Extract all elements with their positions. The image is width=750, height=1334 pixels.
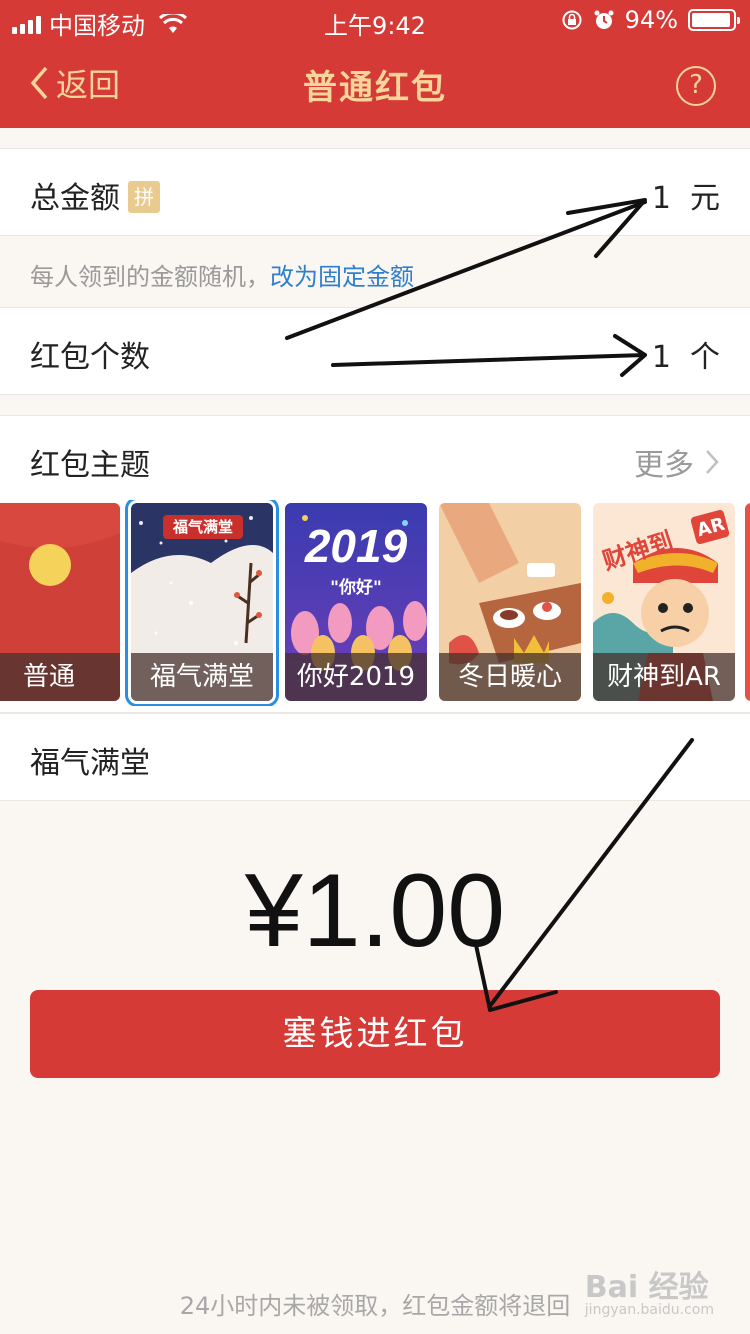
- battery-fill: [692, 13, 730, 27]
- fuqi-banner: 福气满堂: [172, 518, 233, 536]
- theme-card-2019[interactable]: 2019 "你好" 你好2019: [285, 503, 427, 701]
- fixed-amount-link[interactable]: 改为固定金额: [270, 263, 414, 291]
- chevron-right-icon: [706, 450, 719, 474]
- watermark-url: jingyan.baidu.com: [584, 1302, 714, 1318]
- watermark-main: Bai 经验: [584, 1270, 709, 1305]
- submit-red-packet-button[interactable]: 塞钱进红包: [30, 990, 720, 1078]
- hint-text: 每人领到的金额随机，: [30, 263, 270, 291]
- pin-badge[interactable]: 拼: [128, 181, 160, 213]
- theme-caption: 普通: [0, 653, 120, 701]
- greeting-row[interactable]: 福气满堂: [0, 713, 750, 801]
- packet-count-input[interactable]: 1: [652, 340, 671, 375]
- battery-icon: [688, 9, 740, 31]
- packet-count-unit: 个: [690, 340, 720, 375]
- alarm-icon: [594, 10, 614, 29]
- packet-count-row[interactable]: 红包个数 1 个: [0, 307, 750, 395]
- more-themes-label: 更多: [634, 448, 694, 483]
- battery-percent: 94%: [624, 6, 678, 34]
- amount-display: ¥1.00: [244, 853, 506, 969]
- theme-label: 红包主题: [30, 448, 150, 483]
- theme-caption: 财神到AR: [593, 653, 735, 701]
- status-bar: 中国移动 上午9:42 94%: [0, 0, 750, 40]
- theme-carousel[interactable]: 普通 福气满堂 福气满堂 2019 "你好" 你好2019 冬日暖心 财神到 A…: [0, 500, 750, 706]
- greeting-text[interactable]: 福气满堂: [30, 738, 150, 782]
- total-amount-row[interactable]: 总金额拼 1 元: [0, 148, 750, 236]
- nav-bar: 返回 普通红包 ?: [0, 40, 750, 128]
- random-amount-hint: 每人领到的金额随机，改为固定金额: [30, 257, 414, 292]
- packet-count-value-group[interactable]: 1 个: [652, 332, 720, 376]
- packet-count-label: 红包个数: [30, 340, 150, 375]
- theme-card-fuqi[interactable]: 福气满堂 福气满堂: [125, 500, 279, 706]
- theme-card-normal[interactable]: 普通: [0, 503, 120, 701]
- theme-card-next[interactable]: [745, 503, 750, 701]
- total-amount-value-group[interactable]: 1 元: [652, 173, 720, 217]
- page-title: 普通红包: [303, 68, 447, 108]
- more-themes-button[interactable]: 更多: [634, 440, 720, 484]
- theme-caption: 你好2019: [285, 653, 427, 701]
- rotation-lock-icon: [562, 10, 582, 30]
- total-amount-label-group: 总金额拼: [30, 173, 160, 217]
- year-text: 2019: [304, 520, 408, 572]
- help-button[interactable]: ?: [676, 66, 716, 106]
- header-bar: 中国移动 上午9:42 94% 返回 普通红包 ?: [0, 0, 750, 128]
- hello-text: "你好": [330, 578, 382, 598]
- total-amount-unit: 元: [690, 181, 720, 216]
- total-amount-input[interactable]: 1: [652, 181, 671, 216]
- theme-card-winter[interactable]: 冬日暖心: [439, 503, 581, 701]
- theme-caption: 冬日暖心: [439, 653, 581, 701]
- theme-card-caishen[interactable]: 财神到 AR 财神到AR: [593, 503, 735, 701]
- baidu-watermark: Bai 经验 jingyan.baidu.com: [585, 1262, 714, 1318]
- theme-caption: 福气满堂: [131, 653, 273, 701]
- total-amount-label: 总金额: [30, 181, 120, 216]
